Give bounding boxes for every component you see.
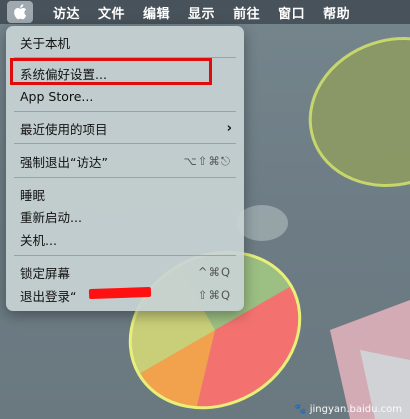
redaction-mark xyxy=(88,286,152,300)
menu-item-restart[interactable]: 重新启动... xyxy=(6,206,244,226)
menu-separator xyxy=(14,255,236,256)
menu-item-label: 重新启动... xyxy=(20,209,82,225)
chevron-right-icon: › xyxy=(226,120,232,136)
menu-help[interactable]: 帮助 xyxy=(323,3,350,22)
highlight-box xyxy=(10,58,212,85)
menu-item-shut-down[interactable]: 关机... xyxy=(6,229,244,249)
menu-edit[interactable]: 编辑 xyxy=(143,3,170,22)
desktop: 访达 文件 编辑 显示 前往 窗口 帮助 关于本机 系统偏好设置... App … xyxy=(0,0,410,419)
menu-separator xyxy=(14,143,236,144)
menu-item-shortcut: ⌥⇧⌘⎋ xyxy=(183,153,231,168)
menu-window[interactable]: 窗口 xyxy=(278,3,305,22)
menu-item-label: 关机... xyxy=(20,232,57,248)
menu-item-label: 锁定屏幕 xyxy=(20,265,71,281)
menu-file[interactable]: 文件 xyxy=(98,3,125,22)
menu-view[interactable]: 显示 xyxy=(188,3,215,22)
menu-item-app-store[interactable]: App Store... xyxy=(6,86,244,106)
menu-item-label: 最近使用的项目 xyxy=(20,121,108,137)
apple-menu-button[interactable] xyxy=(7,1,33,23)
watermark-text: jingyan.baidu.com xyxy=(309,404,402,415)
menu-item-shortcut: ⇧⌘Q xyxy=(197,288,231,302)
menu-item-label: 强制退出“访达” xyxy=(20,154,108,170)
watermark: 🐾 jingyan.baidu.com xyxy=(294,404,402,415)
apple-dropdown-menu: 关于本机 系统偏好设置... App Store... 最近使用的项目 › 强制… xyxy=(6,26,244,311)
menu-item-force-quit[interactable]: 强制退出“访达” ⌥⇧⌘⎋ xyxy=(6,151,244,171)
menu-item-label: 关于本机 xyxy=(20,35,71,51)
menu-item-label: App Store... xyxy=(20,88,94,104)
apple-logo-icon xyxy=(14,4,27,20)
menu-separator xyxy=(14,177,236,178)
menu-finder[interactable]: 访达 xyxy=(53,3,80,22)
menu-item-label: 睡眠 xyxy=(20,187,46,203)
menu-go[interactable]: 前往 xyxy=(233,3,260,22)
menu-item-lock-screen[interactable]: 锁定屏幕 ^⌘Q xyxy=(6,262,244,282)
menu-bar: 访达 文件 编辑 显示 前往 窗口 帮助 xyxy=(0,0,410,24)
menu-item-log-out[interactable]: 退出登录“ ⇧⌘Q xyxy=(6,285,244,305)
menu-item-recent-items[interactable]: 最近使用的项目 › xyxy=(6,118,244,138)
baidu-paw-icon: 🐾 xyxy=(294,404,307,415)
menu-item-shortcut: ^⌘Q xyxy=(197,265,231,279)
menu-item-sleep[interactable]: 睡眠 xyxy=(6,184,244,204)
menu-item-about-this-mac[interactable]: 关于本机 xyxy=(6,32,244,52)
menu-item-label: 退出登录“ xyxy=(20,288,77,304)
menu-separator xyxy=(14,111,236,112)
